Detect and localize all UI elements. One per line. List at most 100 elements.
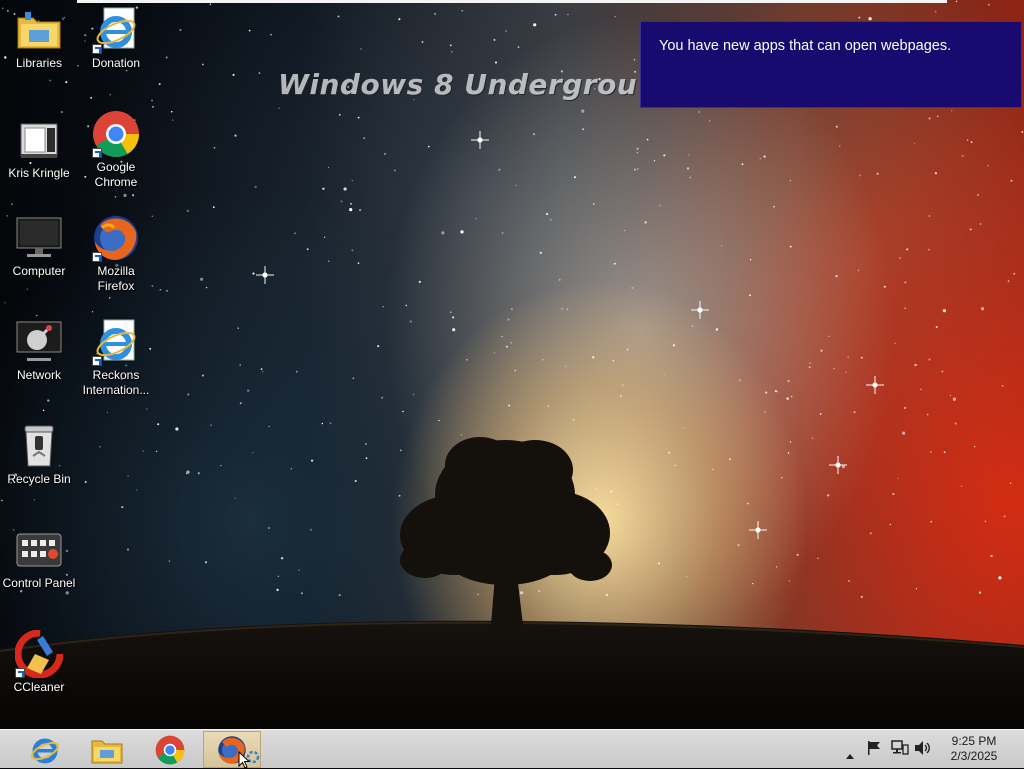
desktop-icon-control-panel[interactable]: Control Panel [0, 526, 78, 591]
star [461, 9, 464, 12]
star [828, 335, 830, 337]
desktop-icon-label: Mozilla Firefox [97, 264, 135, 293]
desktop-icon-label: Donation [91, 56, 141, 70]
desktop-icon-donation[interactable]: Donation [77, 6, 155, 71]
star [65, 81, 68, 84]
star [928, 215, 931, 217]
star [351, 249, 354, 252]
star [109, 94, 112, 96]
desktop-icon-google-chrome[interactable]: Google Chrome [77, 110, 155, 190]
star [592, 356, 595, 359]
star [510, 341, 513, 344]
desktop-icon-reckons-international[interactable]: Reckons Internation... [77, 318, 155, 398]
star [633, 58, 636, 61]
desktop-icon-kris-kringle[interactable]: Kris Kringle [0, 116, 78, 181]
star [248, 29, 251, 32]
star [612, 359, 615, 362]
star [549, 218, 552, 221]
star [168, 560, 171, 562]
star [926, 413, 929, 416]
internet-explorer-icon [31, 738, 59, 763]
star [280, 557, 284, 560]
star [746, 502, 749, 505]
top-window-edge [77, 0, 947, 3]
star [26, 288, 29, 290]
star [970, 141, 973, 144]
action-center-flag-icon[interactable] [866, 740, 882, 760]
star [554, 13, 557, 16]
star [914, 363, 917, 367]
star [114, 196, 117, 198]
star [232, 73, 235, 76]
star [567, 13, 569, 16]
star [1013, 272, 1016, 275]
star [441, 231, 445, 235]
star [262, 371, 264, 373]
star [350, 202, 352, 205]
taskbar-file-explorer-button[interactable] [78, 731, 136, 768]
star [858, 16, 861, 19]
desktop-icon-mozilla-firefox[interactable]: Mozilla Firefox [77, 214, 155, 294]
desktop-icon-recycle-bin[interactable]: Recycle Bin [0, 422, 78, 487]
star [498, 168, 501, 171]
star [935, 326, 938, 328]
star [220, 464, 222, 467]
star [869, 532, 872, 535]
star [187, 393, 190, 396]
star [973, 445, 976, 448]
star [930, 451, 932, 453]
desktop-icon-network[interactable]: Network [0, 318, 78, 383]
star [377, 345, 380, 348]
star [857, 269, 860, 272]
star [247, 389, 250, 392]
star [773, 205, 775, 208]
taskbar-firefox-button[interactable] [203, 731, 261, 768]
star [688, 154, 690, 156]
star [237, 327, 239, 329]
taskbar-google-chrome-button[interactable] [141, 731, 199, 768]
clock-date: 2/3/2025 [950, 749, 998, 763]
desktop-icon-ccleaner[interactable]: CCleaner [0, 629, 78, 695]
kris-kringle-printer-icon [20, 123, 58, 158]
star [738, 379, 741, 382]
show-hidden-icons-arrow-icon[interactable] [846, 744, 854, 763]
star [4, 301, 6, 304]
desktop-icon-computer[interactable]: Computer [0, 214, 78, 279]
star [715, 328, 719, 331]
new-apps-notification-toast[interactable]: You have new apps that can open webpages… [640, 21, 1022, 108]
star [564, 365, 567, 367]
star [984, 520, 987, 523]
desktop-icon-label: Reckons Internation... [82, 368, 150, 397]
star [876, 172, 879, 175]
star [545, 212, 549, 216]
google-chrome-icon [155, 735, 185, 764]
star [592, 203, 595, 205]
network-icon[interactable] [891, 740, 909, 760]
star [310, 459, 314, 462]
star [127, 475, 129, 477]
star [894, 342, 896, 345]
star [126, 548, 130, 551]
star [960, 485, 963, 487]
star [60, 111, 63, 113]
star [1, 499, 3, 502]
star [517, 46, 520, 49]
bright-star [829, 456, 847, 474]
star [358, 208, 362, 212]
volume-icon[interactable] [914, 740, 932, 760]
star [354, 479, 357, 483]
star [508, 404, 511, 407]
star [343, 187, 347, 191]
star [197, 472, 200, 475]
star [136, 489, 138, 491]
star [321, 422, 324, 425]
star [165, 56, 168, 59]
star [360, 48, 362, 50]
star [764, 411, 766, 413]
bright-star [691, 301, 709, 319]
taskbar-internet-explorer-button[interactable] [16, 731, 74, 768]
taskbar-clock[interactable]: 9:25 PM 2/3/2025 [938, 734, 1010, 764]
star [566, 308, 569, 311]
control-panel-icon [16, 533, 62, 567]
desktop-icon-libraries[interactable]: Libraries [0, 6, 78, 71]
